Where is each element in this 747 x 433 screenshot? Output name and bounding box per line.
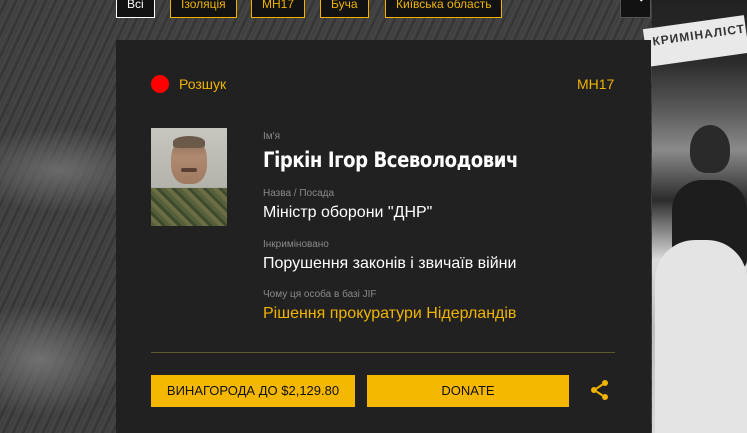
background-person-head <box>690 125 730 173</box>
search-button[interactable] <box>620 0 651 18</box>
reward-button[interactable]: ВИНАГОРОДА ДО $2,129.80 <box>151 375 355 407</box>
person-photo <box>151 128 227 226</box>
photo-mustache <box>181 168 197 172</box>
filter-bar: Всі Ізоляція MH17 Буча Київська область <box>0 0 747 20</box>
charge-value: Порушення законів і звичаїв війни <box>263 255 517 272</box>
filter-chip-izolyatsia[interactable]: Ізоляція <box>170 0 237 18</box>
donate-button[interactable]: DONATE <box>367 375 569 407</box>
share-icon <box>591 380 608 400</box>
filter-chip-all[interactable]: Всі <box>116 0 155 18</box>
charge-label: Інкриміновано <box>263 239 329 250</box>
reason-link[interactable]: Рішення прокуратури Нідерландів <box>263 305 516 323</box>
person-name: Гіркін Ігор Всеволодович <box>263 148 518 172</box>
photo-hair <box>173 136 205 148</box>
status-indicator-dot <box>151 75 169 93</box>
filter-chip-bucha[interactable]: Буча <box>320 0 369 18</box>
share-button[interactable] <box>588 378 612 402</box>
photo-body <box>151 188 227 226</box>
background-white-figure <box>655 240 747 433</box>
filter-chip-kyiv-region[interactable]: Київська область <box>385 0 503 18</box>
card-divider <box>151 352 615 353</box>
position-value: Міністр оборони "ДНР" <box>263 204 433 221</box>
filter-chip-mh17[interactable]: MH17 <box>251 0 306 18</box>
status-label: Розшук <box>179 76 227 92</box>
name-label: Ім'я <box>263 131 280 142</box>
reason-label: Чому ця особа в базі JIF <box>263 289 377 300</box>
case-tag-link[interactable]: MH17 <box>577 76 614 92</box>
search-icon <box>639 0 643 2</box>
position-label: Назва / Посада <box>263 188 335 199</box>
